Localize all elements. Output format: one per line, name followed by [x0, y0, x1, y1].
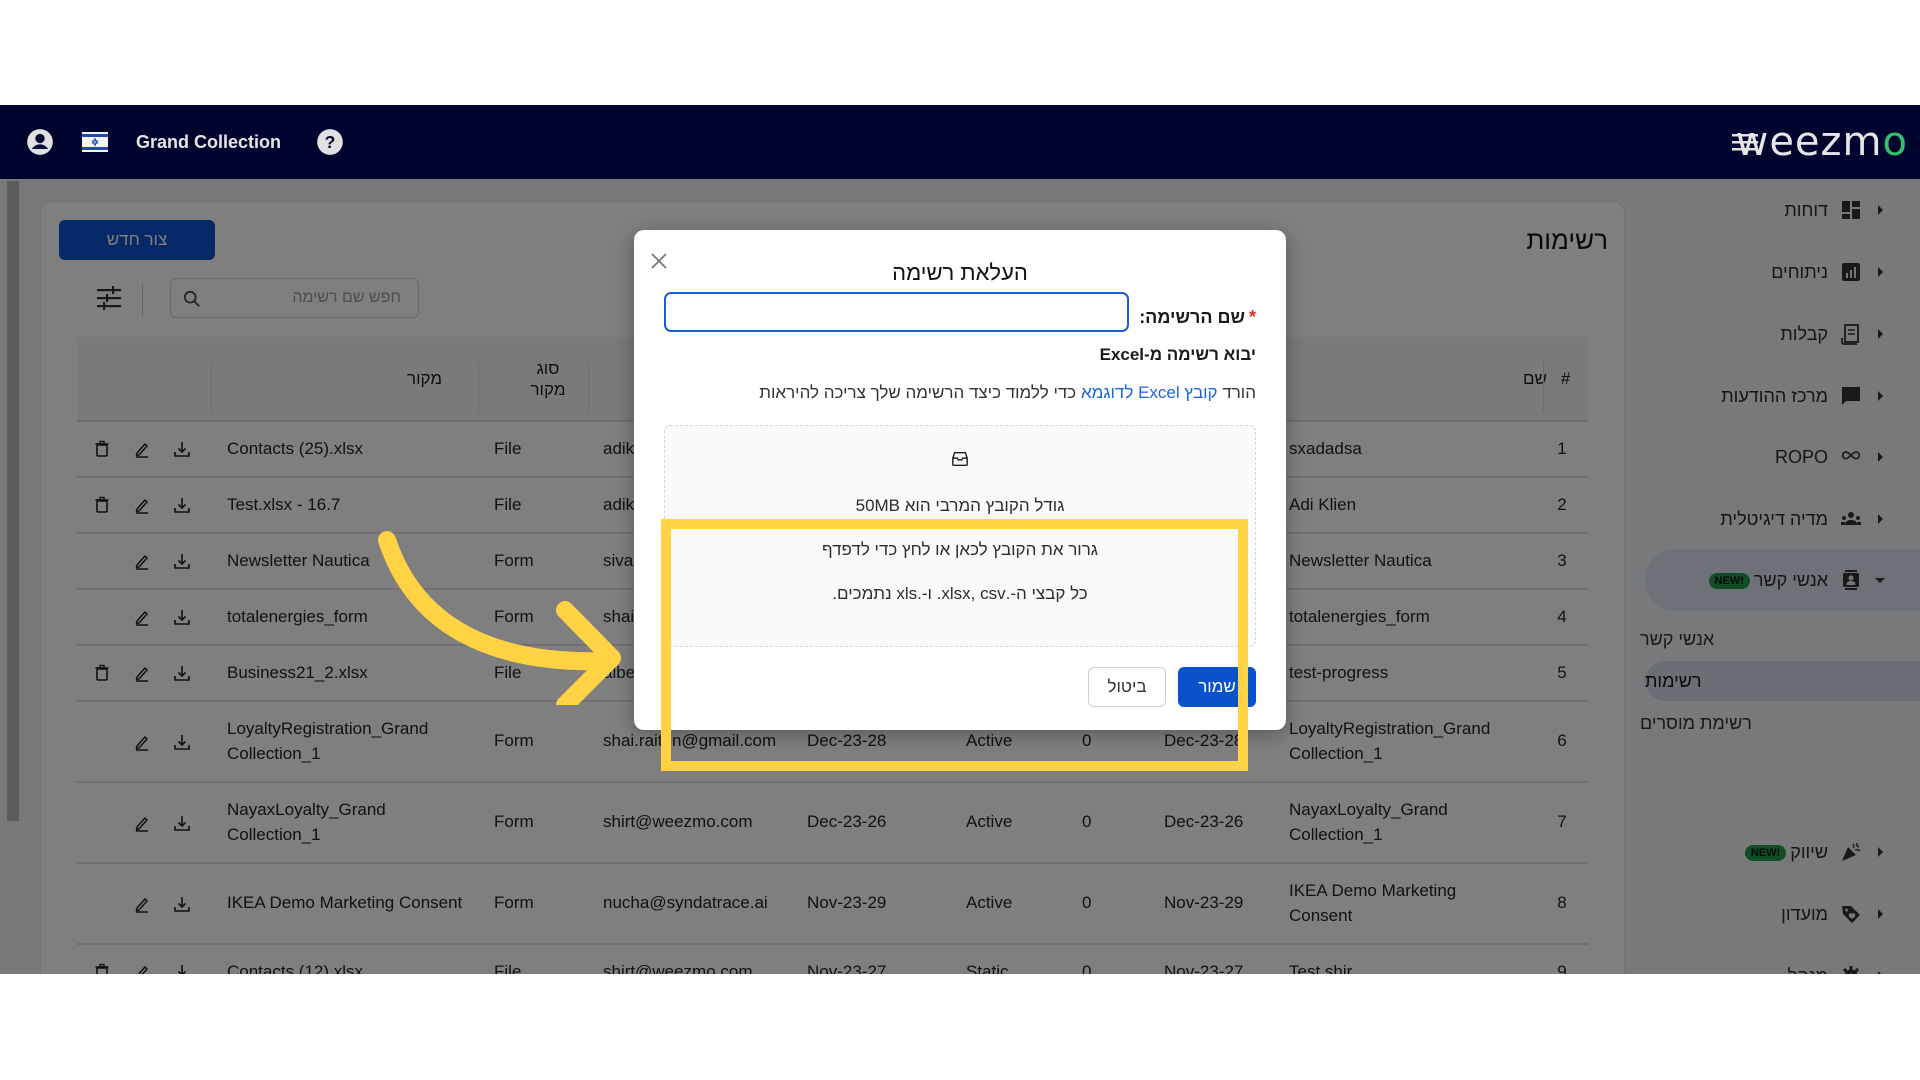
top-bar: Grand Collection ? weezm o: [0, 105, 1920, 179]
cancel-button[interactable]: ביטול: [1088, 667, 1166, 707]
inbox-icon: [952, 451, 968, 467]
download-sample-line: הורד קובץ Excel לדוגמא כדי ללמוד כיצד הר…: [759, 383, 1256, 403]
svg-text:?: ?: [325, 132, 336, 152]
dropzone-formats: כל קבצי ה-.xlsx, csv. ו-.xls נתמכים.: [832, 584, 1088, 603]
israel-flag-icon[interactable]: [82, 105, 108, 179]
upload-list-modal: העלאת רשימה *שם הרשימה: יבוא רשימה מ-Exc…: [634, 230, 1286, 730]
dropzone-instruction: גרור את הקובץ לכאן או לחץ כדי לדפדף: [822, 540, 1098, 559]
dropzone-max-size: גודל הקובץ המרבי הוא 50MB: [855, 496, 1065, 515]
list-name-label: *שם הרשימה:: [1139, 307, 1256, 327]
account-icon[interactable]: [26, 105, 54, 179]
download-suffix: כדי ללמוד כיצד הרשימה שלך צריכה להיראות: [759, 383, 1077, 402]
modal-title: העלאת רשימה: [892, 260, 1028, 285]
weezmo-logo: weezm o: [1735, 119, 1908, 165]
save-button[interactable]: שמור: [1178, 667, 1256, 707]
file-dropzone[interactable]: גודל הקובץ המרבי הוא 50MB גרור את הקובץ …: [664, 425, 1256, 647]
account-name[interactable]: Grand Collection: [136, 105, 281, 179]
required-mark: *: [1248, 307, 1256, 327]
help-icon[interactable]: ?: [316, 105, 344, 179]
app-frame: Grand Collection ? weezmo רשימות צור חדש…: [0, 105, 1920, 974]
download-sample-link[interactable]: קובץ Excel לדוגמא: [1081, 383, 1218, 402]
import-heading: יבוא רשימה מ-Excel: [1099, 345, 1256, 364]
list-name-input[interactable]: [664, 292, 1129, 332]
download-prefix: הורד: [1222, 383, 1256, 402]
